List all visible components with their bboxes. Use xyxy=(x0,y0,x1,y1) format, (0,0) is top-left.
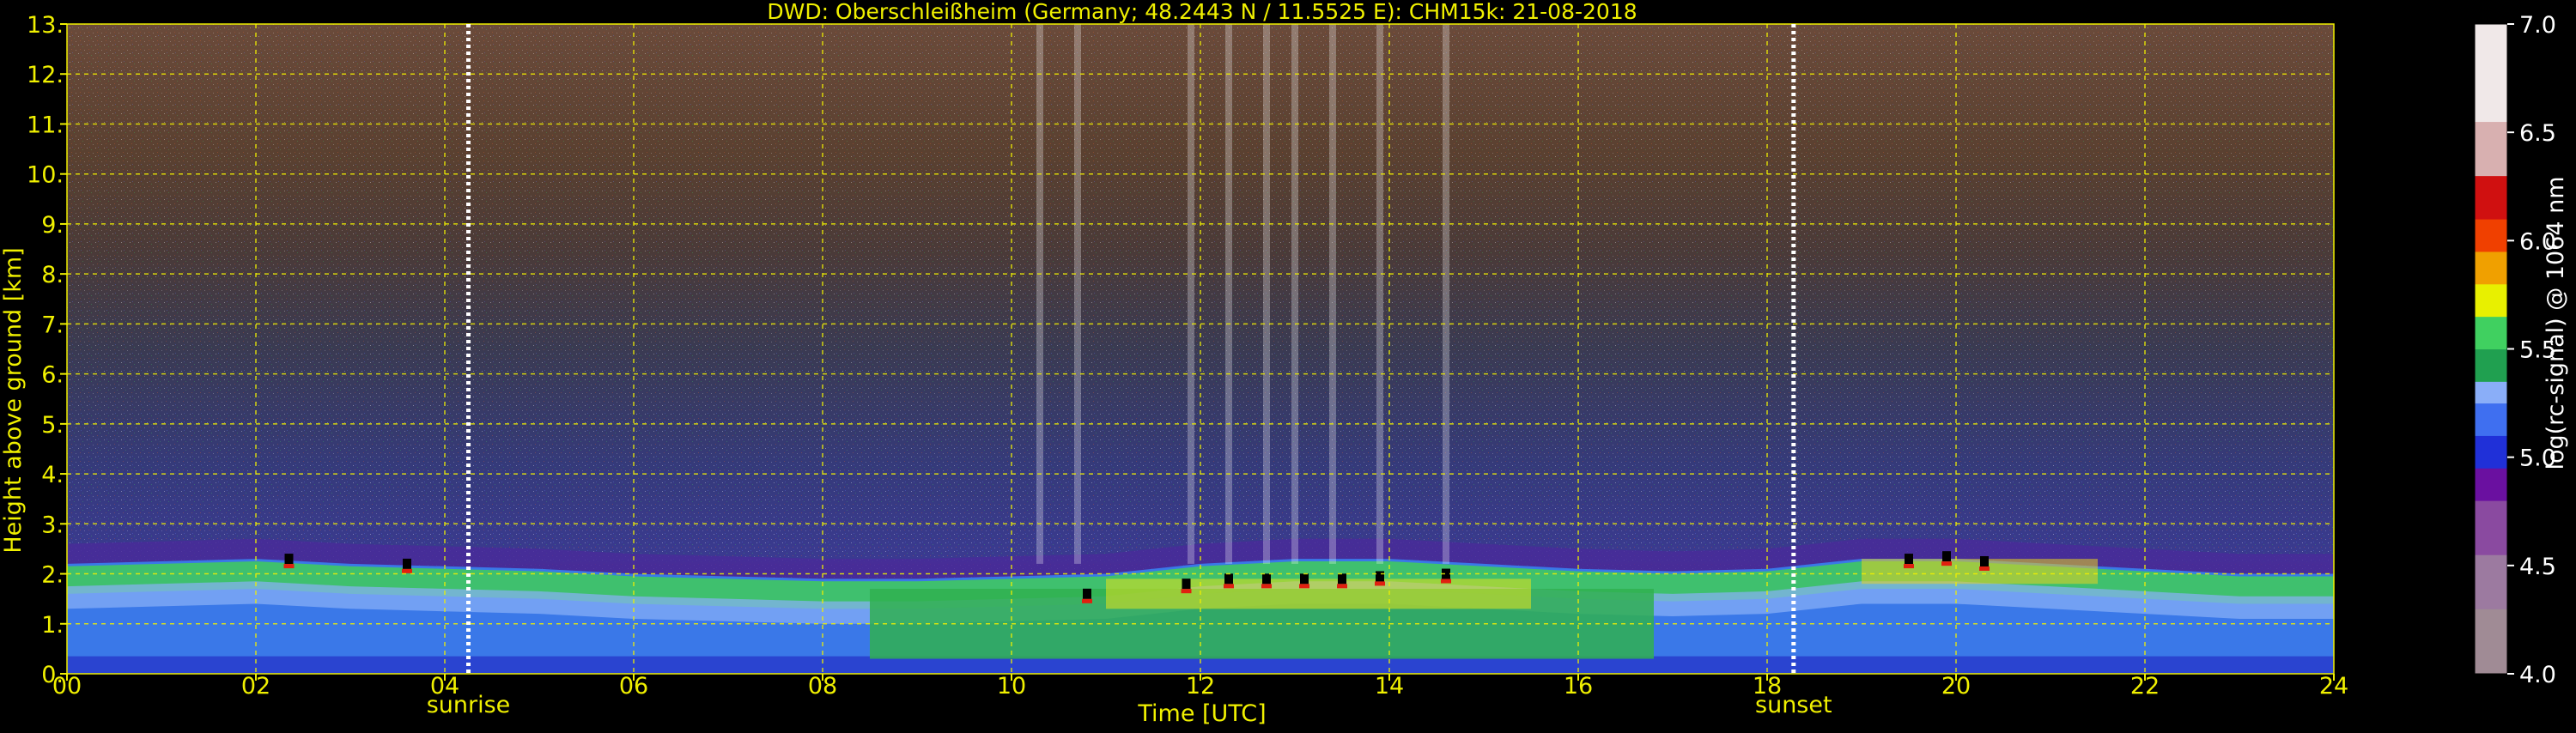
x-tick-label: 24 xyxy=(2319,673,2348,700)
x-tick-label: 18 xyxy=(1753,673,1782,700)
cloud-base-edge xyxy=(1299,584,1309,589)
cloud-base-point xyxy=(1083,588,1091,599)
cloud-base-edge xyxy=(1979,566,1990,571)
y-tick-label: 0. xyxy=(41,662,64,688)
cloud-base-edge xyxy=(1441,579,1451,584)
x-tick-label: 20 xyxy=(1941,673,1971,700)
cloud-base-edge xyxy=(1261,584,1272,589)
ceilometer-plot: DWD: Oberschleißheim (Germany; 48.2443 N… xyxy=(0,0,2576,730)
colorbar-segment xyxy=(2475,24,2507,123)
cloud-base-edge xyxy=(1904,564,1914,569)
x-tick-label: 14 xyxy=(1375,673,1404,700)
cloud-base-point xyxy=(1262,573,1271,585)
colorbar-segment xyxy=(2475,554,2507,609)
precip-streak xyxy=(1074,24,1081,564)
colorbar-tick-label: 4.5 xyxy=(2519,554,2556,580)
x-tick-label: 16 xyxy=(1564,673,1593,700)
colorbar-segment xyxy=(2475,435,2507,469)
cloud-base-point xyxy=(1942,551,1951,562)
x-tick-label: 04 xyxy=(430,673,459,700)
y-tick-label: 12. xyxy=(27,62,64,88)
cloud-base-edge xyxy=(1181,589,1192,594)
y-axis-label: Height above ground [km] xyxy=(0,247,27,553)
colorbar-segment xyxy=(2475,251,2507,285)
x-tick-label: 08 xyxy=(808,673,837,700)
colorbar-segment xyxy=(2475,283,2507,318)
cloud-base-edge xyxy=(1082,598,1092,603)
x-tick-label: 12 xyxy=(1186,673,1215,700)
precip-streak xyxy=(1443,24,1449,564)
cloud-base-point xyxy=(284,554,294,565)
y-tick-label: 3. xyxy=(41,512,64,538)
y-tick-label: 6. xyxy=(41,362,64,389)
colorbar-tick-label: 4.0 xyxy=(2519,662,2556,688)
cloud-base-point xyxy=(1300,573,1309,585)
x-tick-label: 06 xyxy=(619,673,648,700)
cloud-base-edge xyxy=(402,568,412,573)
x-tick-label: 10 xyxy=(997,673,1026,700)
y-axis-ticks: 0. 1. 2. 3. 4. 5. 6. 7. 8. 9. 10. 11. 12. 13. xyxy=(27,12,67,688)
colorbar-segment xyxy=(2475,468,2507,501)
y-tick-label: 9. xyxy=(41,212,64,239)
colorbar-segment xyxy=(2475,121,2507,177)
cloud-base-edge xyxy=(1224,584,1234,589)
y-tick-label: 13. xyxy=(27,12,64,39)
precip-streak xyxy=(1225,24,1232,564)
cloud-base-edge xyxy=(1941,561,1952,566)
x-tick-label: 22 xyxy=(2130,673,2160,700)
colorbar-segment xyxy=(2475,403,2507,436)
colorbar-label: log(rc-signal) @ 1064 nm xyxy=(2543,176,2569,469)
precip-streak xyxy=(1291,24,1298,564)
cloud-base-point xyxy=(1224,573,1233,585)
y-tick-label: 10. xyxy=(27,162,64,189)
y-tick-label: 11. xyxy=(27,112,64,138)
precip-streak xyxy=(1036,24,1043,564)
colorbar-segment xyxy=(2475,500,2507,555)
y-tick-label: 8. xyxy=(41,262,64,288)
cloud-base-point xyxy=(1376,571,1384,582)
cloud-base-point xyxy=(1338,573,1346,585)
chart-title: DWD: Oberschleißheim (Germany; 48.2443 N… xyxy=(767,0,1637,24)
cloud-base-edge xyxy=(283,564,295,569)
x-axis-ticks: 00 02 04 06 08 10 12 14 16 18 20 22 24 xyxy=(52,673,2348,700)
ceilometer-chart: DWD: Oberschleißheim (Germany; 48.2443 N… xyxy=(0,0,2569,727)
y-tick-label: 1. xyxy=(41,612,64,639)
precip-streak xyxy=(1188,24,1194,564)
colorbar-tick-label: 6.5 xyxy=(2519,120,2556,147)
precip-streak xyxy=(1263,24,1270,564)
cloud-base-edge xyxy=(1375,581,1385,586)
cloud-base-point xyxy=(1980,555,1989,566)
colorbar-segment xyxy=(2475,316,2507,349)
y-tick-label: 7. xyxy=(41,312,64,338)
colorbar-segment xyxy=(2475,381,2507,404)
x-axis-label: Time [UTC] xyxy=(1137,700,1266,727)
y-tick-label: 5. xyxy=(41,412,64,439)
colorbar-segment xyxy=(2475,175,2507,220)
cloud-base-point xyxy=(1182,579,1191,590)
y-tick-label: 2. xyxy=(41,562,64,589)
precip-streak xyxy=(1329,24,1336,564)
evening-aerosol-layer xyxy=(1862,559,2098,585)
x-tick-label: 02 xyxy=(241,673,270,700)
colorbar-segment xyxy=(2475,348,2507,382)
cloud-base-point xyxy=(1905,554,1913,565)
cloud-base-point xyxy=(403,558,411,569)
cloud-base-edge xyxy=(1337,584,1347,589)
colorbar-tick-label: 7.0 xyxy=(2519,12,2556,39)
convective-top xyxy=(1106,579,1531,609)
precip-streak xyxy=(1376,24,1383,564)
colorbar-segment xyxy=(2475,609,2507,675)
colorbar-segment xyxy=(2475,219,2507,252)
y-tick-label: 4. xyxy=(41,462,64,488)
